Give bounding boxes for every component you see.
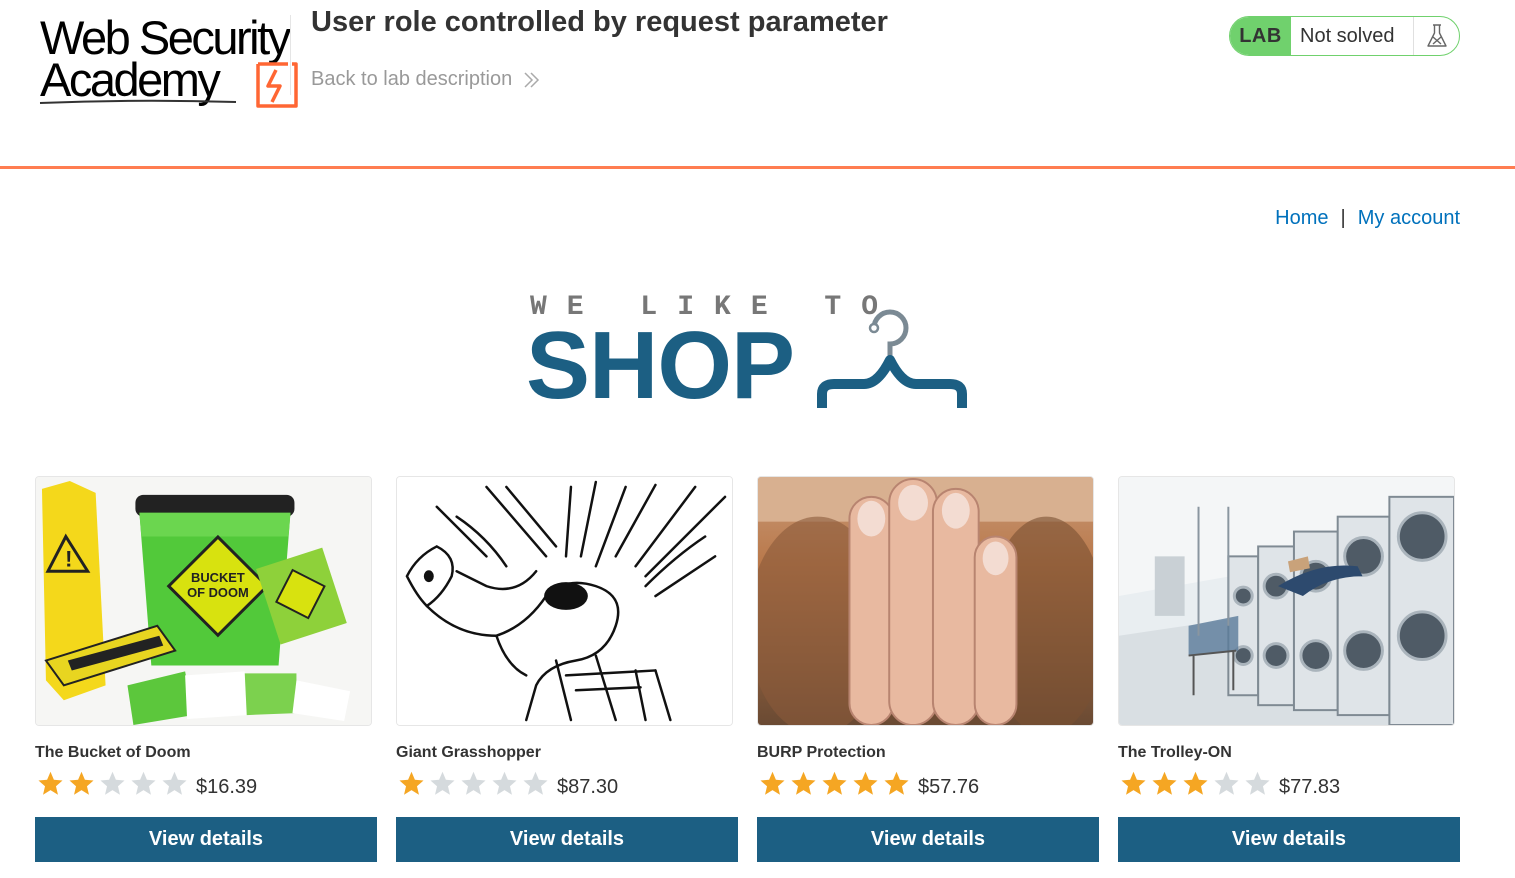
star-empty-icon bbox=[523, 771, 548, 795]
view-details-button[interactable]: View details bbox=[757, 817, 1099, 862]
home-link[interactable]: Home bbox=[1275, 207, 1328, 230]
star-empty-icon bbox=[430, 771, 455, 795]
view-details-button[interactable]: View details bbox=[396, 817, 738, 862]
star-filled-icon bbox=[853, 771, 878, 795]
product-rating-row: $57.76 bbox=[757, 769, 979, 799]
star-filled-icon bbox=[1121, 771, 1146, 795]
star-rating bbox=[757, 770, 912, 798]
star-empty-icon bbox=[1214, 771, 1239, 795]
svg-text:OF DOOM: OF DOOM bbox=[187, 585, 249, 600]
product-price: $57.76 bbox=[918, 775, 980, 798]
web-security-academy-logo[interactable]: Web Security Academy bbox=[38, 12, 298, 108]
star-rating bbox=[35, 770, 190, 798]
product-name: Giant Grasshopper bbox=[396, 744, 541, 761]
view-details-button[interactable]: View details bbox=[35, 817, 377, 862]
star-filled-icon bbox=[760, 771, 785, 795]
lab-status-widget: LAB Not solved bbox=[1229, 16, 1460, 56]
laundromat-image bbox=[1118, 476, 1455, 726]
star-filled-icon bbox=[38, 771, 63, 795]
product-card: BURP Protection $57.76 View details bbox=[757, 476, 1099, 864]
shop-banner: WE LIKE TO SHOP bbox=[526, 292, 971, 422]
star-rating bbox=[396, 770, 551, 798]
product-name: The Bucket of Doom bbox=[35, 744, 191, 761]
logo-swoosh-icon bbox=[39, 99, 237, 104]
lab-tag: LAB bbox=[1230, 17, 1291, 55]
my-account-link[interactable]: My account bbox=[1358, 207, 1460, 230]
product-rating-row: $77.83 bbox=[1118, 769, 1340, 799]
view-details-button[interactable]: View details bbox=[1118, 817, 1460, 862]
star-empty-icon bbox=[162, 771, 187, 795]
star-filled-icon bbox=[69, 771, 94, 795]
product-card: ! BUCKET OF DOOM The Bucket of Doom $16.… bbox=[35, 476, 377, 864]
product-price: $16.39 bbox=[196, 775, 258, 798]
academy-header: Web Security Academy User role controlle… bbox=[0, 0, 1515, 169]
product-name: BURP Protection bbox=[757, 744, 886, 761]
star-empty-icon bbox=[131, 771, 156, 795]
product-card: Giant Grasshopper $87.30 View details bbox=[396, 476, 738, 864]
header-divider bbox=[290, 15, 291, 95]
lab-status-text: Not solved bbox=[1300, 24, 1395, 47]
product-rating-row: $16.39 bbox=[35, 769, 257, 799]
star-empty-icon bbox=[492, 771, 517, 795]
star-filled-icon bbox=[1183, 771, 1208, 795]
star-filled-icon bbox=[399, 771, 424, 795]
product-card: The Trolley-ON $77.83 View details bbox=[1118, 476, 1460, 864]
double-chevron-right-icon bbox=[524, 71, 540, 88]
svg-text:BUCKET: BUCKET bbox=[191, 570, 245, 585]
star-empty-icon bbox=[461, 771, 486, 795]
svg-text:!: ! bbox=[65, 546, 72, 571]
bucket-of-doom-image: ! BUCKET OF DOOM bbox=[35, 476, 372, 726]
star-filled-icon bbox=[822, 771, 847, 795]
banner-shop-word: SHOP bbox=[526, 312, 795, 419]
back-link-label: Back to lab description bbox=[311, 68, 513, 90]
star-rating bbox=[1118, 770, 1273, 798]
flask-icon bbox=[1426, 24, 1447, 47]
top-links: Home | My account bbox=[1275, 207, 1460, 230]
product-grid: ! BUCKET OF DOOM The Bucket of Doom $16.… bbox=[35, 476, 1460, 866]
product-rating-row: $87.30 bbox=[396, 769, 618, 799]
lab-title: User role controlled by request paramete… bbox=[311, 6, 888, 38]
product-price: $77.83 bbox=[1279, 775, 1341, 798]
star-filled-icon bbox=[1152, 771, 1177, 795]
coat-hanger-icon bbox=[817, 309, 967, 408]
product-name: The Trolley-ON bbox=[1118, 744, 1232, 761]
star-empty-icon bbox=[100, 771, 125, 795]
star-filled-icon bbox=[791, 771, 816, 795]
star-filled-icon bbox=[884, 771, 909, 795]
grasshopper-sketch-image bbox=[396, 476, 733, 726]
back-to-lab-description-link[interactable]: Back to lab description bbox=[311, 68, 540, 91]
logo-line-2: Academy bbox=[40, 53, 221, 106]
logo-bolt-icon bbox=[256, 62, 298, 108]
beard-hand-image bbox=[757, 476, 1094, 726]
nav-separator: | bbox=[1340, 207, 1346, 229]
flask-icon-box bbox=[1413, 17, 1459, 55]
header-rule bbox=[0, 166, 1515, 169]
star-empty-icon bbox=[1245, 771, 1270, 795]
product-price: $87.30 bbox=[557, 775, 619, 798]
